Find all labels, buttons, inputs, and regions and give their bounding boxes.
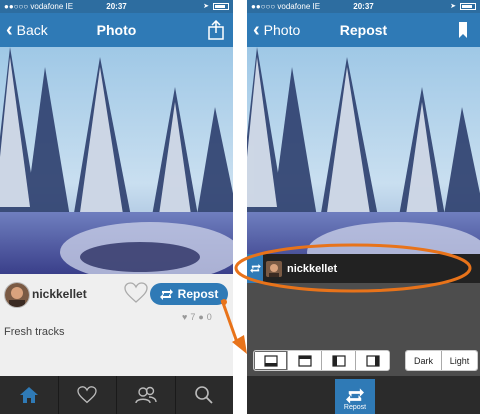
- tab-likes[interactable]: [59, 376, 117, 414]
- location-icon: ➤: [450, 3, 456, 10]
- share-icon[interactable]: [207, 20, 225, 40]
- comment-icon: ●: [198, 312, 204, 322]
- snowy-forest-photo: [247, 47, 480, 274]
- search-icon: [195, 386, 213, 404]
- position-right-button[interactable]: [356, 351, 389, 370]
- home-icon: [19, 387, 38, 403]
- theme-light-button[interactable]: Light: [442, 351, 477, 370]
- back-button[interactable]: ‹ Back: [6, 13, 48, 47]
- chevron-left-icon: ‹: [6, 19, 13, 41]
- post-header: nickkellet Repost: [0, 276, 233, 316]
- tab-bar: [0, 376, 233, 414]
- layout-right-icon: [365, 354, 380, 367]
- status-bar: ●●○○○ vodafone IE 20:37 ➤: [0, 0, 233, 13]
- back-label: Back: [16, 22, 48, 38]
- repost-icon: [346, 388, 364, 404]
- arrowhead-icon: [232, 335, 247, 354]
- repost-icon: [249, 264, 261, 273]
- repost-label: Repost: [177, 287, 219, 301]
- repost-submit-label: Repost: [343, 404, 367, 411]
- location-icon: ➤: [203, 3, 209, 10]
- post-stats: ♥ 7 ● 0: [182, 312, 212, 322]
- tab-people[interactable]: [117, 376, 176, 414]
- tab-home[interactable]: [0, 376, 59, 414]
- chevron-left-icon: ‹: [253, 19, 260, 41]
- repost-button[interactable]: Repost: [150, 283, 228, 305]
- navigation-bar: ‹ Back Photo: [0, 13, 233, 47]
- repost-submit-button[interactable]: Repost: [335, 379, 375, 414]
- username[interactable]: nickkellet: [32, 287, 87, 301]
- layout-top-icon: [297, 354, 312, 367]
- people-icon: [135, 386, 157, 404]
- position-top-button[interactable]: [288, 351, 322, 370]
- repost-screen: ●●○○○ vodafone IE 20:37 ➤ ‹ Photo Repost: [247, 0, 480, 414]
- avatar: [266, 260, 282, 277]
- avatar[interactable]: [4, 282, 30, 308]
- banner-username: nickkellet: [287, 262, 338, 275]
- heart-icon: [77, 386, 97, 404]
- repost-attribution-banner: nickkellet: [247, 254, 480, 283]
- layout-left-icon: [331, 354, 346, 367]
- position-left-button[interactable]: [322, 351, 356, 370]
- theme-selector: Dark Light: [405, 350, 478, 371]
- layout-bottom-icon: [263, 354, 278, 367]
- battery-icon: [460, 3, 476, 10]
- photo-screen: ●●○○○ vodafone IE 20:37 ➤ ‹ Back Photo n…: [0, 0, 233, 414]
- clock: 20:37: [106, 2, 127, 11]
- status-bar: ●●○○○ vodafone IE 20:37 ➤: [247, 0, 480, 13]
- theme-dark-button[interactable]: Dark: [406, 351, 442, 370]
- repost-icon: [159, 288, 173, 300]
- clock: 20:37: [353, 2, 374, 11]
- user-photo-icon: [266, 260, 282, 277]
- like-icon: ♥: [182, 312, 188, 322]
- battery-icon: [213, 3, 229, 10]
- repost-badge: [247, 254, 263, 283]
- bookmark-icon[interactable]: [454, 20, 472, 40]
- position-bottom-button[interactable]: [254, 351, 288, 370]
- post-caption: Fresh tracks: [4, 326, 65, 338]
- comment-count: 0: [206, 312, 212, 322]
- back-label: Photo: [263, 22, 301, 38]
- banner-position-selector: [253, 350, 390, 371]
- back-button[interactable]: ‹ Photo: [253, 13, 300, 47]
- like-count: 7: [190, 312, 196, 322]
- snowy-forest-photo: [0, 47, 233, 274]
- navigation-bar: ‹ Photo Repost: [247, 13, 480, 47]
- heart-icon[interactable]: [124, 282, 148, 304]
- tab-search[interactable]: [176, 376, 234, 414]
- user-photo-icon: [5, 283, 29, 307]
